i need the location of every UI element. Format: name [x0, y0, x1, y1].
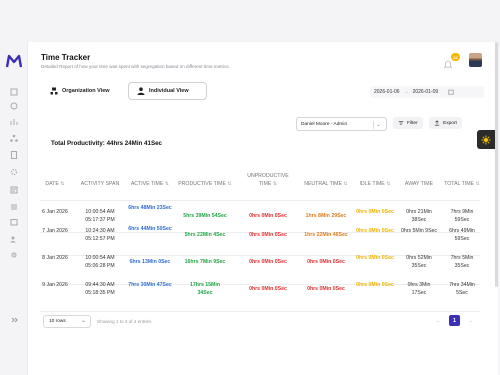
cell-idle-time: 0hrs 0Min 0Sec [356, 209, 394, 215]
cell-idle-time: 0hrs 0Min 0Sec [356, 255, 394, 261]
cell-active-time: 6hrs 48Min 23Sec [128, 205, 172, 211]
date-to: 2026-01-09 [412, 89, 439, 95]
cell-neutral-time: 0hrs 0Min 0Sec [307, 286, 345, 292]
cell-total-time: 6hrs 49Min 59Sec [449, 228, 475, 242]
rows-per-page-value: 10 rows [49, 319, 66, 324]
chart-icon[interactable] [10, 118, 18, 126]
dashboard-icon[interactable] [10, 88, 18, 96]
cell-date: 8 Jan 2026 [42, 255, 68, 261]
clock-icon[interactable] [10, 102, 18, 110]
users-icon[interactable] [10, 235, 18, 243]
date-range-picker[interactable]: 2026-01-06 → 2026-01-09 [370, 86, 484, 98]
network-icon[interactable] [10, 134, 18, 142]
table-row: 9 Jan 2026 09:44:30 AM 05:18:35 PM 7hrs … [40, 280, 480, 312]
cell-productive-time: 17hrs 15Min 34Sec [190, 282, 220, 296]
column-header-neutral-time[interactable]: NEUTRAL TIME ⇅ [302, 180, 350, 188]
cell-idle-time: 0hrs 0Min 0Sec [356, 282, 394, 288]
cell-productive-time: 5hrs 22Min 4Sec [184, 232, 226, 238]
tab-individual-view[interactable]: Individual View [128, 82, 207, 100]
cell-total-time: 7hrs 34Min 5Sec [449, 282, 475, 296]
filter-icon [398, 121, 404, 125]
cell-activity-span: 09:44:30 AM 05:18:35 PM [85, 282, 115, 296]
column-header-date[interactable]: DATE ⇅ [42, 180, 68, 188]
cell-total-time: 7hrs 5Min 35Sec [450, 255, 474, 269]
settings-drawer-tab[interactable] [477, 130, 495, 149]
cell-away-time: 0hrs 21Min 38Sec [406, 209, 432, 223]
tab-label: Organization View [62, 88, 110, 94]
column-header-total-time[interactable]: TOTAL TIME ⇅ [443, 180, 481, 188]
table-header: DATE ⇅ ACTIVITY SPAN ACTIVE TIME ⇅ PRODU… [40, 170, 480, 201]
cell-neutral-time: 1hrs 22Min 46Sec [304, 232, 348, 238]
cell-productive-time: 16hrs 7Min 9Sec [184, 259, 226, 265]
calendar-icon [448, 89, 454, 95]
cell-active-time: 6hrs 44Min 50Sec [128, 226, 172, 232]
column-header-away-time: AWAY TIME [404, 181, 434, 187]
document-icon[interactable] [10, 151, 18, 159]
cell-unproductive-time: 0hrs 0Min 0Sec [249, 286, 287, 292]
cell-productive-time: 5hrs 39Min 54Sec [183, 213, 227, 219]
cell-away-time: 0hrs 52Min 35Sec [406, 255, 432, 269]
next-page-button[interactable]: → [465, 315, 476, 326]
person-icon [137, 87, 145, 95]
cell-activity-span: 10:24:30 AM 05:12:57 PM [85, 228, 115, 242]
cell-date: 6 Jan 2026 [42, 209, 68, 215]
export-icon [434, 120, 440, 126]
export-label: Export [443, 120, 457, 126]
page-subtitle: Detailed Report of how your time was spe… [41, 64, 230, 69]
app-logo-icon[interactable] [6, 54, 22, 68]
report-icon[interactable] [10, 186, 18, 194]
cell-away-time: 0hrs 5Min 9Sec [400, 228, 438, 234]
export-button[interactable]: Export [429, 117, 462, 129]
cell-away-time: 0hrs 3Min 17Sec [407, 282, 431, 296]
page-title: Time Tracker [41, 53, 91, 62]
settings-icon[interactable] [10, 168, 18, 176]
cell-date: 7 Jan 2026 [42, 228, 68, 234]
cell-idle-time: 0hrs 0Min 0Sec [356, 228, 394, 234]
calendar-icon[interactable] [10, 218, 18, 226]
column-header-unproductive-time[interactable]: UNPRODUCTIVE TIME ⇅ [243, 172, 293, 188]
scrollbar[interactable] [495, 42, 498, 287]
sun-gear-icon [481, 135, 491, 144]
rows-per-page-select[interactable]: 10 rows ⌄ [43, 315, 91, 328]
date-separator: → [403, 89, 409, 95]
cell-activity-span: 10:00:54 AM 05:06:28 PM [85, 255, 115, 269]
prev-page-button[interactable]: ← [433, 315, 444, 326]
column-header-productive-time[interactable]: PRODUCTIVE TIME ⇅ [177, 180, 233, 188]
filter-button[interactable]: Filter [393, 117, 423, 129]
column-header-idle-time[interactable]: IDLE TIME ⇅ [356, 180, 394, 188]
total-productivity: Total Productivity: 44hrs 24Min 41Sec [51, 140, 162, 147]
cell-total-time: 7hrs 9Min 59Sec [450, 209, 474, 223]
organization-icon [50, 87, 58, 95]
cell-unproductive-time: 0hrs 0Min 0Sec [249, 259, 287, 265]
cell-active-time: 6hrs 13Min 0Sec [129, 259, 171, 265]
tab-organization-view[interactable]: Organization View [44, 82, 122, 100]
entries-info: Showing 1 to 4 of 4 entries [97, 319, 152, 324]
chevron-down-icon: ⌄ [373, 121, 383, 129]
collapse-icon[interactable] [10, 316, 18, 324]
cell-neutral-time: 0hrs 0Min 0Sec [307, 259, 345, 265]
notification-badge: 22 [451, 53, 460, 61]
cell-active-time: 7hrs 30Min 47Sec [128, 282, 172, 288]
table-row: 7 Jan 2026 10:24:30 AM 05:12:57 PM 6hrs … [40, 224, 480, 256]
cell-neutral-time: 1hrs 8Min 29Sec [305, 213, 347, 219]
date-from: 2026-01-06 [374, 89, 400, 95]
page-1-button[interactable]: 1 [449, 315, 460, 326]
cell-activity-span: 10:00:54 AM 05:17:37 PM [85, 209, 115, 223]
chevron-down-icon: ⌄ [80, 318, 86, 324]
column-header-active-time[interactable]: ACTIVE TIME ⇅ [128, 180, 172, 188]
cell-date: 9 Jan 2026 [42, 282, 68, 288]
avatar[interactable] [469, 53, 482, 67]
employee-select[interactable]: Daniel Moore - Admin ⌄ [296, 117, 387, 131]
sliders-icon[interactable] [10, 203, 18, 211]
gear-icon[interactable] [10, 251, 18, 259]
column-header-activity-span: ACTIVITY SPAN [80, 181, 120, 187]
cell-unproductive-time: 0hrs 0Min 0Sec [249, 213, 287, 219]
tab-label: Individual View [149, 88, 189, 94]
cell-unproductive-time: 0hrs 0Min 0Sec [249, 232, 287, 238]
employee-select-value: Daniel Moore - Admin [301, 121, 348, 127]
filter-label: Filter [407, 120, 418, 126]
